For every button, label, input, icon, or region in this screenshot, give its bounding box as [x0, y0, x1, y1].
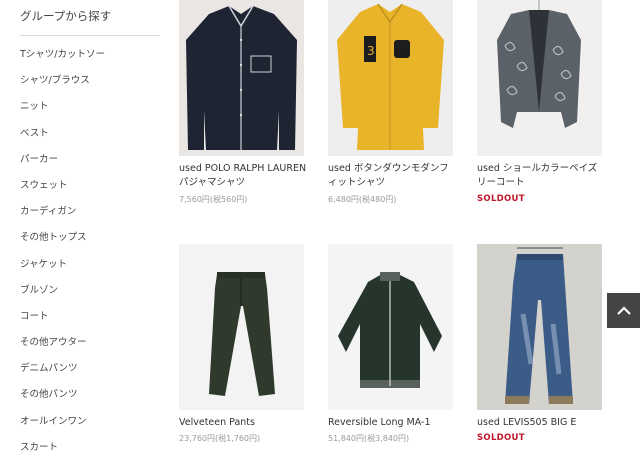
- sidebar-divider: [20, 35, 160, 36]
- sidebar-item-knit[interactable]: ニット: [20, 99, 105, 125]
- sidebar-item-denim[interactable]: デニムパンツ: [20, 361, 105, 387]
- product-image[interactable]: [179, 0, 304, 156]
- sidebar-item-shirts[interactable]: シャツ/ブラウス: [20, 73, 105, 99]
- sidebar-item-jacket[interactable]: ジャケット: [20, 257, 105, 283]
- product-name[interactable]: used POLO RALPH LAUREN パジャマシャツ: [179, 162, 309, 189]
- category-list: Tシャツ/カットソー シャツ/ブラウス ニット ベスト パーカー スウェット カ…: [20, 47, 105, 466]
- sidebar-item-hoodie[interactable]: パーカー: [20, 152, 105, 178]
- product-name[interactable]: used ボタンダウンモダンフ ィットシャツ: [328, 162, 458, 189]
- svg-text:3: 3: [367, 44, 375, 58]
- product-name-line-2: ィットシャツ: [328, 176, 386, 188]
- soldout-badge: SOLDOUT: [477, 433, 525, 443]
- product-image[interactable]: [477, 244, 602, 410]
- category-sidebar: グループから探す Tシャツ/カットソー シャツ/ブラウス ニット ベスト パーカ…: [0, 0, 170, 454]
- back-to-top-button[interactable]: [607, 293, 640, 328]
- product-price: 7,560円(税560円): [179, 195, 248, 204]
- sidebar-item-other-outer[interactable]: その他アウター: [20, 335, 105, 361]
- sidebar-item-blouson[interactable]: ブルゾン: [20, 283, 105, 309]
- product-name-line-1: used ショールカラーペイズ: [477, 163, 598, 174]
- product-price: 23,760円(税1,760円): [179, 434, 261, 443]
- soldout-badge: SOLDOUT: [477, 194, 525, 204]
- sidebar-item-other-tops[interactable]: その他トップス: [20, 230, 105, 256]
- product-name-line-2: リーコート: [477, 176, 525, 188]
- sidebar-title: グループから探す: [20, 9, 112, 23]
- sidebar-item-coat[interactable]: コート: [20, 309, 105, 335]
- product-image[interactable]: [328, 244, 453, 410]
- sidebar-item-skirt[interactable]: スカート: [20, 440, 105, 466]
- sidebar-item-sweat[interactable]: スウェット: [20, 178, 105, 204]
- sidebar-item-all-in-one[interactable]: オールインワン: [20, 414, 105, 440]
- product-name-line-1: used POLO RALPH LAUREN: [179, 163, 307, 174]
- product-name-line-2: パジャマシャツ: [179, 176, 246, 188]
- product-price: 51,840円(税3,840円): [328, 434, 410, 443]
- product-name[interactable]: used ショールカラーペイズ リーコート: [477, 162, 607, 189]
- sidebar-item-tshirts[interactable]: Tシャツ/カットソー: [20, 47, 105, 73]
- product-name[interactable]: used LEVIS505 BIG E: [477, 416, 607, 430]
- product-name[interactable]: Velveteen Pants: [179, 416, 309, 430]
- product-price: 6,480円(税480円): [328, 195, 397, 204]
- product-image[interactable]: [179, 244, 304, 410]
- product-name-line-1: used ボタンダウンモダンフ: [328, 163, 449, 174]
- chevron-up-icon: [616, 301, 632, 320]
- product-image[interactable]: [477, 0, 602, 156]
- sidebar-item-other-pants[interactable]: その他パンツ: [20, 387, 105, 413]
- product-name[interactable]: Reversible Long MA-1: [328, 416, 458, 430]
- sidebar-item-cardigan[interactable]: カーディガン: [20, 204, 105, 230]
- sidebar-item-vest[interactable]: ベスト: [20, 126, 105, 152]
- product-image[interactable]: 3: [328, 0, 453, 156]
